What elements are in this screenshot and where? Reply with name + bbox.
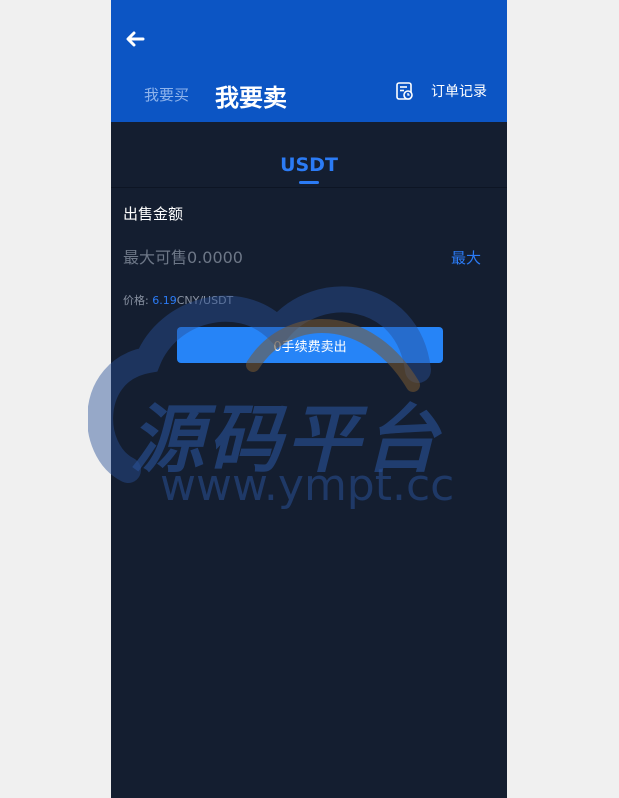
order-record-button[interactable]: 订单记录 xyxy=(395,80,487,102)
sell-amount-input[interactable] xyxy=(123,244,433,270)
price-value: 6.19 xyxy=(152,294,177,307)
tab-usdt[interactable]: USDT xyxy=(111,154,507,176)
active-tab-indicator xyxy=(299,181,319,184)
tab-buy[interactable]: 我要买 xyxy=(144,84,189,105)
sell-amount-title: 出售金额 xyxy=(123,205,184,223)
header-bar: 我要买 我要卖 订单记录 xyxy=(111,0,507,122)
price-unit: CNY/USDT xyxy=(176,294,234,307)
arrow-left-icon xyxy=(126,31,145,47)
tab-sell[interactable]: 我要卖 xyxy=(215,78,287,113)
order-record-icon xyxy=(396,82,413,100)
order-record-label: 订单记录 xyxy=(431,84,487,100)
price-info: 价格: 6.19CNY/USDT xyxy=(123,292,233,308)
sell-button[interactable]: 0手续费卖出 xyxy=(177,327,443,363)
price-label: 价格: xyxy=(123,294,149,307)
tab-divider xyxy=(111,187,507,188)
back-button[interactable] xyxy=(123,28,147,50)
max-button[interactable]: 最大 xyxy=(451,247,481,268)
app-screen: 我要买 我要卖 订单记录 USDT 出售金额 最大 价格: 6.19CNY/US… xyxy=(111,0,507,798)
